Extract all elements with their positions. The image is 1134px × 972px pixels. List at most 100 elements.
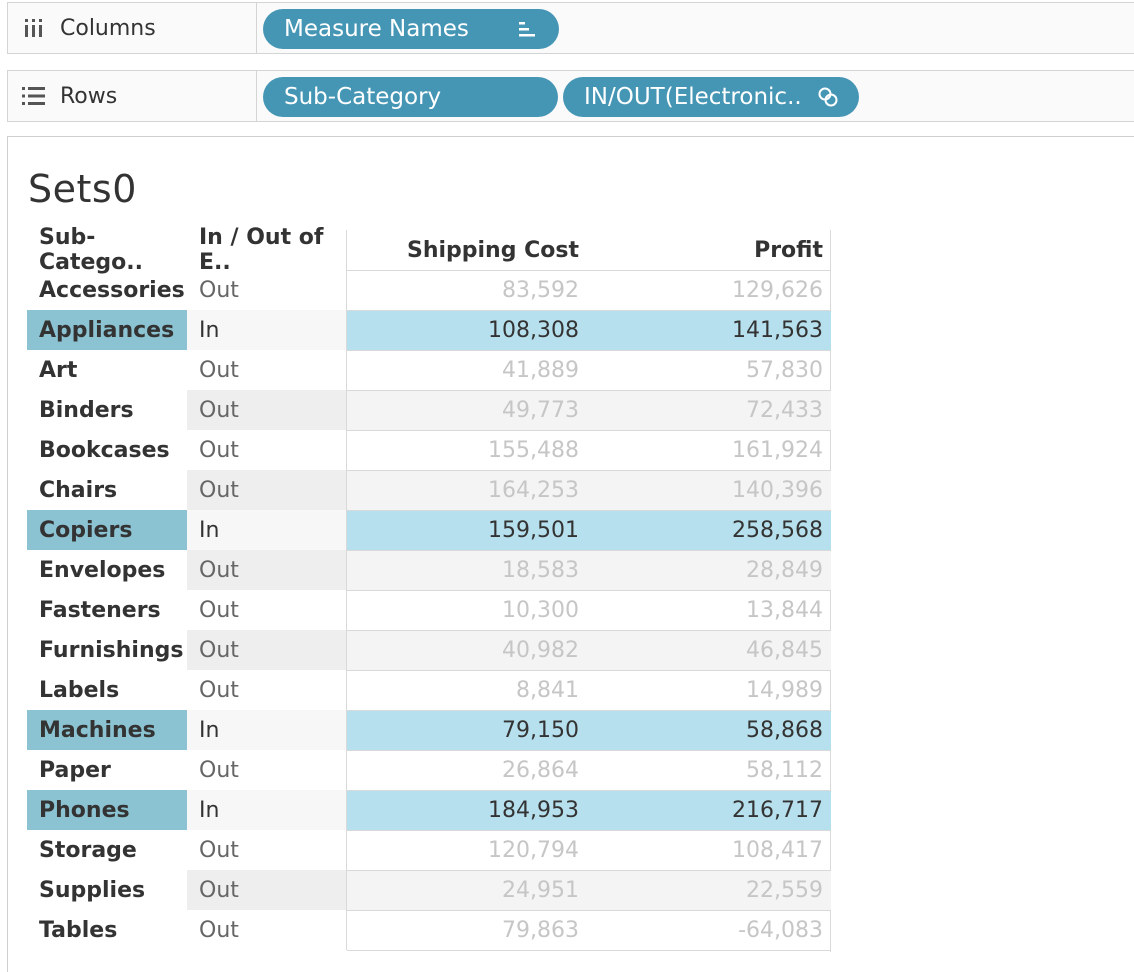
in-out-cell[interactable]: Out: [187, 350, 347, 390]
profit-cell[interactable]: 140,396: [587, 470, 831, 510]
profit-cell[interactable]: 129,626: [587, 270, 831, 310]
sub-category-cell[interactable]: Accessories: [27, 270, 187, 310]
sub-category-cell[interactable]: Labels: [27, 670, 187, 710]
sub-category-cell[interactable]: Fasteners: [27, 590, 187, 630]
shipping-cost-cell[interactable]: 24,951: [347, 870, 587, 910]
profit-cell[interactable]: 108,417: [587, 830, 831, 870]
sub-category-pill[interactable]: Sub-Category: [263, 77, 558, 117]
sub-category-cell[interactable]: Machines: [27, 710, 187, 750]
sub-category-cell[interactable]: Envelopes: [27, 550, 187, 590]
shipping-cost-cell[interactable]: 108,308: [347, 310, 587, 350]
profit-cell[interactable]: -64,083: [587, 910, 831, 950]
shipping-cost-cell[interactable]: 26,864: [347, 750, 587, 790]
profit-cell[interactable]: 141,563: [587, 310, 831, 350]
shipping-cost-cell[interactable]: 184,953: [347, 790, 587, 830]
profit-cell[interactable]: 22,559: [587, 870, 831, 910]
table-row[interactable]: Chairs Out 164,253 140,396: [27, 470, 831, 510]
in-out-cell[interactable]: Out: [187, 430, 347, 470]
sub-category-cell[interactable]: Tables: [27, 910, 187, 950]
table-row[interactable]: Appliances In 108,308 141,563: [27, 310, 831, 350]
sub-category-cell[interactable]: Paper: [27, 750, 187, 790]
header-sub-category[interactable]: Sub-Catego..: [27, 225, 187, 275]
sub-category-cell[interactable]: Copiers: [27, 510, 187, 550]
profit-cell[interactable]: 13,844: [587, 590, 831, 630]
sub-category-cell[interactable]: Storage: [27, 830, 187, 870]
shipping-cost-cell[interactable]: 40,982: [347, 630, 587, 670]
profit-cell[interactable]: 258,568: [587, 510, 831, 550]
shipping-cost-cell[interactable]: 8,841: [347, 670, 587, 710]
in-out-cell[interactable]: Out: [187, 470, 347, 510]
in-out-cell[interactable]: In: [187, 310, 347, 350]
measure-names-pill[interactable]: Measure Names: [263, 9, 559, 49]
in-out-cell[interactable]: Out: [187, 390, 347, 430]
shipping-cost-cell[interactable]: 18,583: [347, 550, 587, 590]
in-out-cell[interactable]: Out: [187, 270, 347, 310]
profit-cell[interactable]: 57,830: [587, 350, 831, 390]
in-out-cell[interactable]: Out: [187, 670, 347, 710]
sub-category-cell[interactable]: Art: [27, 350, 187, 390]
shipping-cost-cell[interactable]: 159,501: [347, 510, 587, 550]
header-profit[interactable]: Profit: [587, 230, 831, 270]
table-row[interactable]: Phones In 184,953 216,717: [27, 790, 831, 830]
shipping-cost-cell[interactable]: 41,889: [347, 350, 587, 390]
in-out-cell[interactable]: Out: [187, 830, 347, 870]
table-row[interactable]: Machines In 79,150 58,868: [27, 710, 831, 750]
table-row[interactable]: Accessories Out 83,592 129,626: [27, 270, 831, 310]
in-out-electronics-pill[interactable]: IN/OUT(Electronic..: [563, 77, 859, 117]
in-out-cell[interactable]: In: [187, 510, 347, 550]
in-out-cell[interactable]: Out: [187, 750, 347, 790]
header-in-out[interactable]: In / Out of E..: [187, 225, 347, 275]
profit-cell[interactable]: 28,849: [587, 550, 831, 590]
rows-icon: [22, 86, 46, 106]
shipping-cost-cell[interactable]: 49,773: [347, 390, 587, 430]
shipping-cost-cell[interactable]: 164,253: [347, 470, 587, 510]
shipping-cost-cell[interactable]: 83,592: [347, 270, 587, 310]
shipping-cost-cell[interactable]: 120,794: [347, 830, 587, 870]
profit-cell[interactable]: 72,433: [587, 390, 831, 430]
row-divider: [347, 470, 831, 471]
in-out-cell[interactable]: Out: [187, 910, 347, 950]
table-row[interactable]: Fasteners Out 10,300 13,844: [27, 590, 831, 630]
shipping-cost-cell[interactable]: 79,863: [347, 910, 587, 950]
sub-category-cell[interactable]: Furnishings: [27, 630, 187, 670]
row-divider: [347, 430, 831, 431]
sub-category-cell[interactable]: Phones: [27, 790, 187, 830]
table-row[interactable]: Storage Out 120,794 108,417: [27, 830, 831, 870]
profit-cell[interactable]: 14,989: [587, 670, 831, 710]
in-out-cell[interactable]: Out: [187, 590, 347, 630]
table-row[interactable]: Paper Out 26,864 58,112: [27, 750, 831, 790]
profit-cell[interactable]: 46,845: [587, 630, 831, 670]
profit-cell[interactable]: 216,717: [587, 790, 831, 830]
profit-cell[interactable]: 58,112: [587, 750, 831, 790]
sub-category-cell[interactable]: Bookcases: [27, 430, 187, 470]
shipping-cost-cell[interactable]: 10,300: [347, 590, 587, 630]
table-row[interactable]: Art Out 41,889 57,830: [27, 350, 831, 390]
in-out-cell[interactable]: In: [187, 710, 347, 750]
sub-category-cell[interactable]: Appliances: [27, 310, 187, 350]
rows-label: Rows: [60, 83, 118, 109]
table-row[interactable]: Envelopes Out 18,583 28,849: [27, 550, 831, 590]
in-out-cell[interactable]: In: [187, 790, 347, 830]
table-row[interactable]: Furnishings Out 40,982 46,845: [27, 630, 831, 670]
table-row[interactable]: Supplies Out 24,951 22,559: [27, 870, 831, 910]
table-row[interactable]: Binders Out 49,773 72,433: [27, 390, 831, 430]
sheet-title: Sets0: [28, 167, 137, 211]
in-out-cell[interactable]: Out: [187, 630, 347, 670]
table-row[interactable]: Labels Out 8,841 14,989: [27, 670, 831, 710]
row-divider: [347, 710, 831, 711]
in-out-cell[interactable]: Out: [187, 550, 347, 590]
shipping-cost-cell[interactable]: 155,488: [347, 430, 587, 470]
sub-category-cell[interactable]: Chairs: [27, 470, 187, 510]
sub-category-cell[interactable]: Binders: [27, 390, 187, 430]
shipping-cost-cell[interactable]: 79,150: [347, 710, 587, 750]
sub-category-cell[interactable]: Supplies: [27, 870, 187, 910]
row-divider: [347, 550, 831, 551]
header-shipping-cost[interactable]: Shipping Cost: [347, 230, 587, 270]
table-row[interactable]: Copiers In 159,501 258,568: [27, 510, 831, 550]
profit-cell[interactable]: 58,868: [587, 710, 831, 750]
profit-cell[interactable]: 161,924: [587, 430, 831, 470]
in-out-cell[interactable]: Out: [187, 870, 347, 910]
table-row[interactable]: Tables Out 79,863 -64,083: [27, 910, 831, 950]
row-divider: [347, 590, 831, 591]
table-row[interactable]: Bookcases Out 155,488 161,924: [27, 430, 831, 470]
